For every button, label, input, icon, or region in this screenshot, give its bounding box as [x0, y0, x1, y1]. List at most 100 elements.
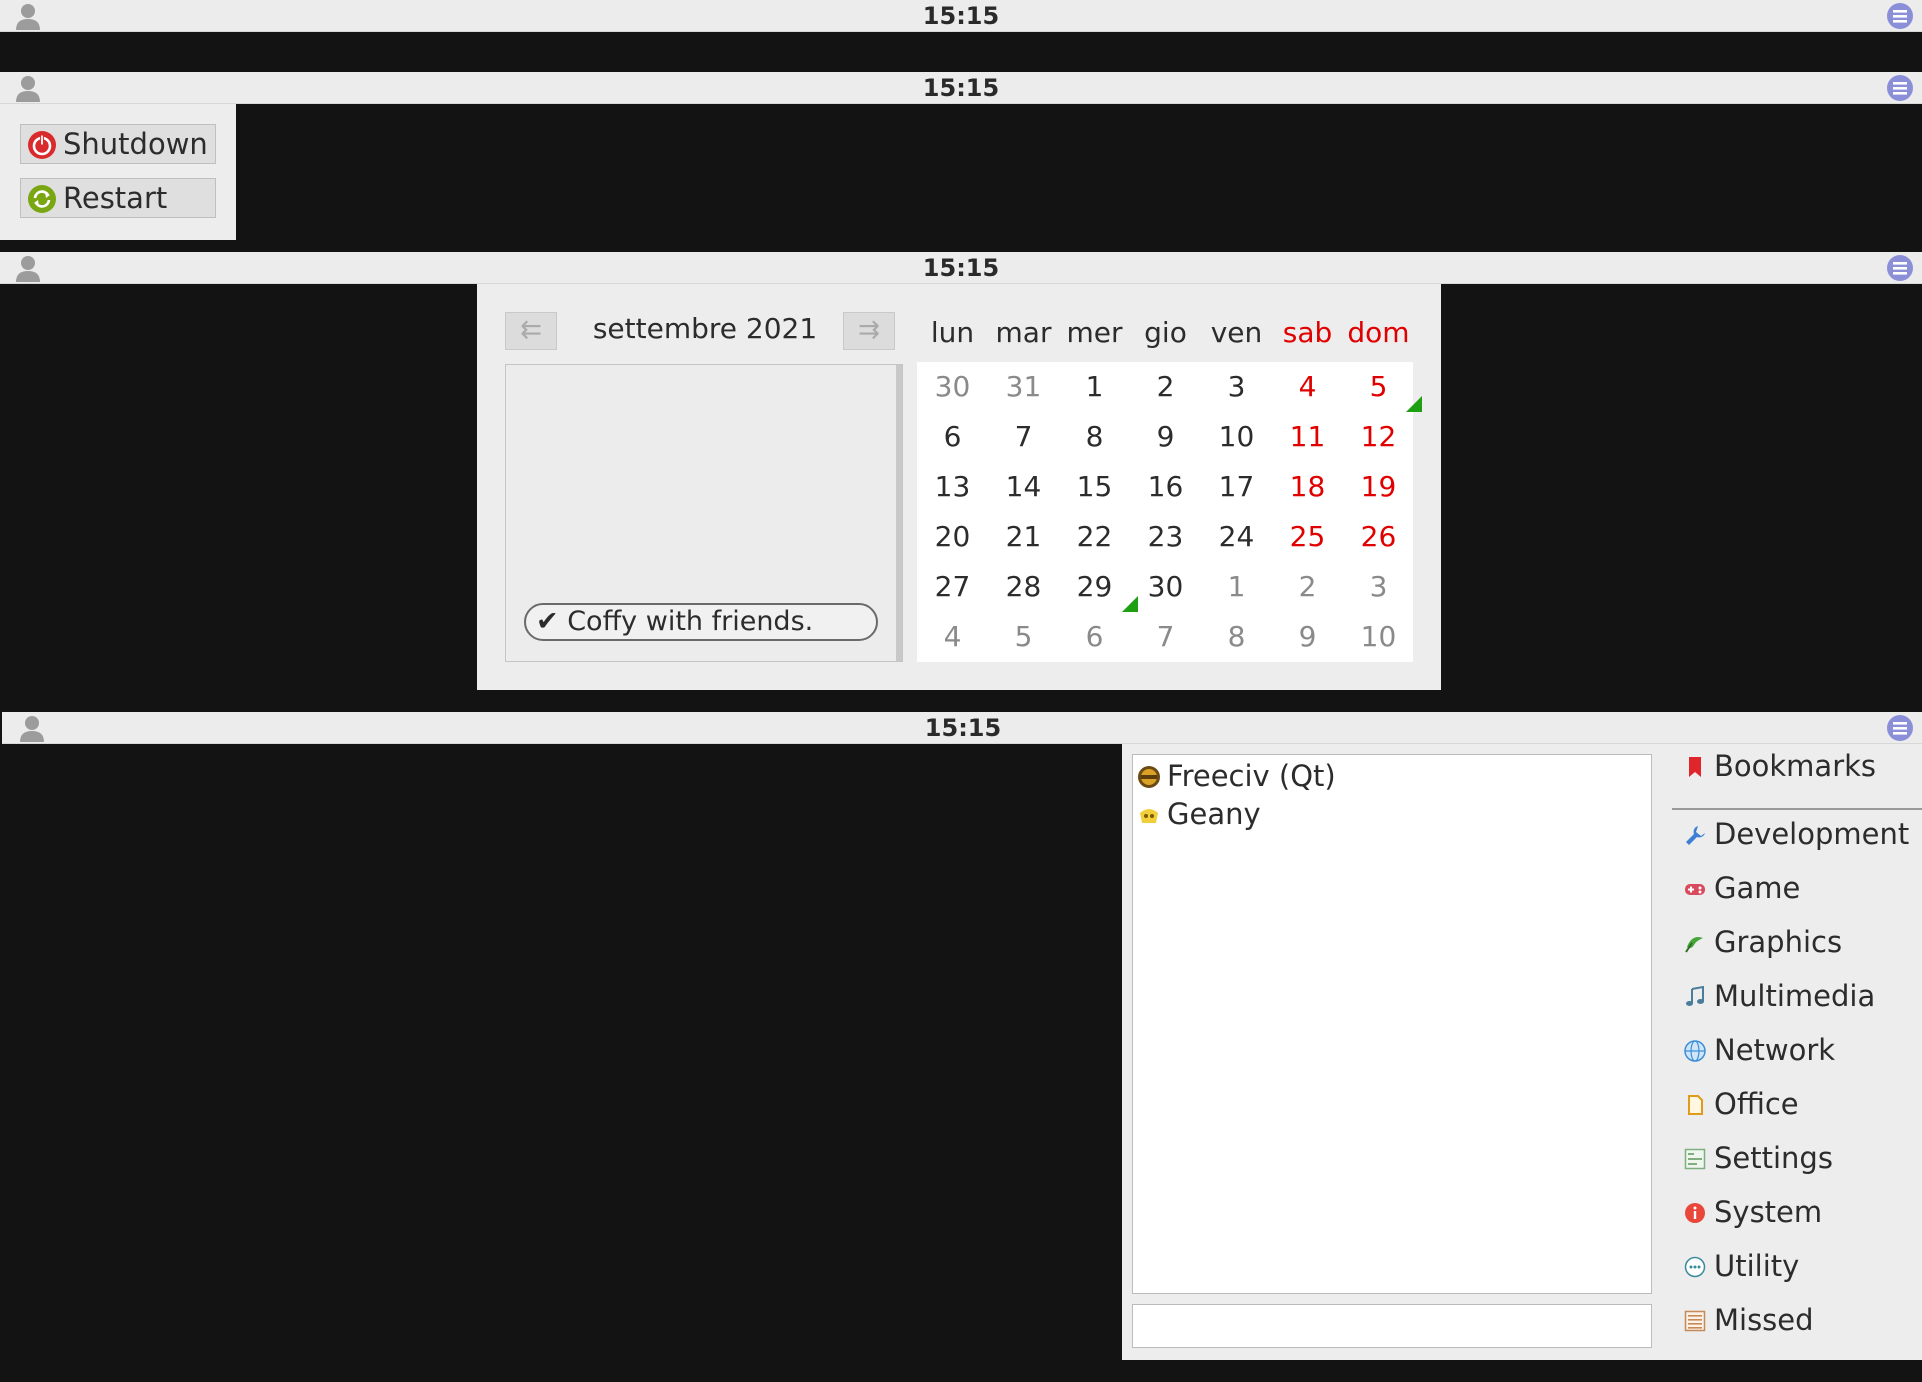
category-label: Utility: [1714, 1249, 1800, 1283]
list-icon: [1684, 1310, 1706, 1332]
event-item[interactable]: ✔ Coffy with friends.: [524, 603, 878, 641]
calendar-day[interactable]: 21: [988, 512, 1059, 562]
month-title: settembre 2021: [592, 312, 818, 345]
restart-icon: [28, 185, 56, 213]
calendar-popup: ⇇ settembre 2021 ⇉ ✔ Coffy with friends.…: [477, 284, 1441, 690]
bookmark-icon: [1689, 757, 1701, 777]
calendar-day[interactable]: 27: [917, 562, 988, 612]
music-note-icon: [1686, 986, 1704, 1006]
weekday-label: lun: [930, 316, 975, 349]
calendar-day[interactable]: 3: [1201, 362, 1272, 412]
calendar-day[interactable]: 5: [988, 612, 1059, 662]
calendar-day[interactable]: 6: [1059, 612, 1130, 662]
prev-month-button[interactable]: ⇇: [505, 312, 557, 350]
calendar-day[interactable]: 31: [988, 362, 1059, 412]
menu-separator: [1672, 808, 1922, 810]
weekday-label: sab: [1282, 316, 1333, 349]
calendar-day[interactable]: 22: [1059, 512, 1130, 562]
calendar-day[interactable]: 3: [1343, 562, 1414, 612]
calendar-day[interactable]: 8: [1201, 612, 1272, 662]
restart-button[interactable]: Restart: [20, 178, 216, 218]
weekday-label: dom: [1347, 316, 1410, 349]
calendar-day[interactable]: 13: [917, 462, 988, 512]
app-list: Freeciv (Qt) Geany: [1132, 754, 1652, 1294]
calendar-day-with-event[interactable]: 29: [1059, 562, 1138, 612]
restart-label: Restart: [63, 181, 168, 215]
category-label: Bookmarks: [1714, 749, 1877, 783]
top-panel-1: 15:15: [0, 0, 1922, 32]
calendar-day[interactable]: 25: [1272, 512, 1343, 562]
menu-icon[interactable]: [1886, 254, 1914, 282]
shutdown-label: Shutdown: [63, 127, 208, 161]
calendar-day[interactable]: 28: [988, 562, 1059, 612]
clock[interactable]: 15:15: [0, 252, 1922, 284]
search-input[interactable]: [1132, 1304, 1652, 1348]
session-menu: Shutdown Restart: [0, 104, 236, 240]
top-panel-4: 15:15: [2, 712, 1922, 744]
calendar-day[interactable]: 14: [988, 462, 1059, 512]
clock[interactable]: 15:15: [0, 0, 1922, 32]
arrow-left-icon: ⇇: [520, 315, 542, 345]
app-label: Geany: [1167, 797, 1261, 831]
calendar-day[interactable]: 20: [917, 512, 988, 562]
app-menu: Freeciv (Qt) Geany Bookmarks Development…: [1122, 744, 1922, 1360]
calendar-day[interactable]: 4: [1272, 362, 1343, 412]
clock[interactable]: 15:15: [0, 72, 1922, 104]
calendar-day[interactable]: 23: [1130, 512, 1201, 562]
event-list: ✔ Coffy with friends.: [505, 364, 903, 662]
power-icon: [28, 131, 56, 159]
settings-icon: [1684, 1148, 1706, 1170]
calendar-day[interactable]: 1: [1201, 562, 1272, 612]
info-icon: [1685, 1203, 1705, 1223]
calendar-day[interactable]: 30: [917, 362, 988, 412]
document-icon: [1688, 1095, 1703, 1115]
calendar-day[interactable]: 10: [1201, 412, 1272, 462]
menu-icon[interactable]: [1886, 714, 1914, 742]
calendar-day[interactable]: 1: [1059, 362, 1130, 412]
calendar-day[interactable]: 7: [988, 412, 1059, 462]
calendar-day[interactable]: 9: [1130, 412, 1201, 462]
calendar-day[interactable]: 7: [1130, 612, 1201, 662]
calendar-day[interactable]: 10: [1343, 612, 1414, 662]
shutdown-button[interactable]: Shutdown: [20, 124, 216, 164]
calendar-day[interactable]: 26: [1343, 512, 1414, 562]
category-label: Settings: [1714, 1141, 1833, 1175]
top-panel-2: 15:15: [0, 72, 1922, 104]
next-month-button[interactable]: ⇉: [843, 312, 895, 350]
calendar-day[interactable]: 24: [1201, 512, 1272, 562]
calendar-day[interactable]: 6: [917, 412, 988, 462]
day-grid: 30 31 1 2 3 4 5 6 7 8 9 10 11 12 13 14 15 16 17 18 19 20 21 22 2…: [917, 362, 1422, 662]
calendar-day[interactable]: 17: [1201, 462, 1272, 512]
calendar-day[interactable]: 11: [1272, 412, 1343, 462]
category-label: Network: [1714, 1033, 1836, 1067]
ellipsis-icon: [1684, 1256, 1706, 1278]
wrench-icon: [1686, 826, 1705, 845]
category-label: Development: [1714, 817, 1910, 851]
calendar-day[interactable]: 12: [1343, 412, 1414, 462]
calendar-day[interactable]: 19: [1343, 462, 1414, 512]
arrow-right-icon: ⇉: [858, 315, 880, 345]
graphics-icon: [1685, 937, 1703, 953]
gamepad-icon: [1685, 884, 1705, 895]
weekday-label: mer: [1066, 316, 1123, 349]
calendar-day[interactable]: 9: [1272, 612, 1343, 662]
category-label: Missed: [1714, 1303, 1814, 1337]
calendar-day[interactable]: 2: [1130, 362, 1201, 412]
clock[interactable]: 15:15: [2, 712, 1922, 744]
calendar-day[interactable]: 2: [1272, 562, 1343, 612]
menu-icon[interactable]: [1886, 74, 1914, 102]
calendar-day[interactable]: 4: [917, 612, 988, 662]
category-label: Office: [1714, 1087, 1799, 1121]
app-label: Freeciv (Qt): [1167, 759, 1336, 793]
geany-icon: [1140, 809, 1158, 823]
calendar-day[interactable]: 18: [1272, 462, 1343, 512]
calendar-day[interactable]: 16: [1130, 462, 1201, 512]
category-label: Game: [1714, 871, 1801, 905]
calendar-day[interactable]: 15: [1059, 462, 1130, 512]
event-list-scrollbar[interactable]: [896, 365, 902, 661]
menu-icon[interactable]: [1886, 2, 1914, 30]
calendar-day[interactable]: 30: [1130, 562, 1201, 612]
weekday-label: ven: [1210, 316, 1263, 349]
calendar-day[interactable]: 8: [1059, 412, 1130, 462]
calendar-day-with-event[interactable]: 5: [1343, 362, 1422, 412]
